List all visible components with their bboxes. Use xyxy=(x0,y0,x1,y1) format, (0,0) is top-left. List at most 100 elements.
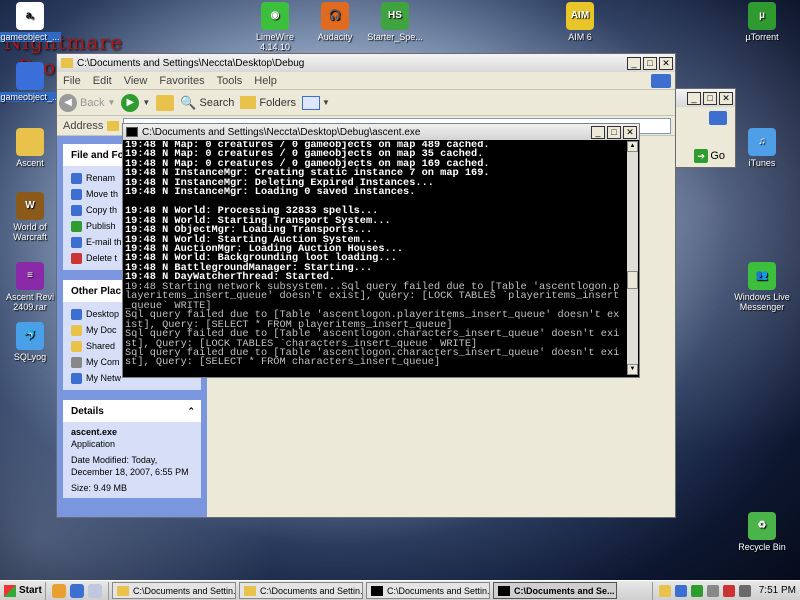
place-icon xyxy=(71,324,82,336)
console-line: st], Query: [SELECT * FROM characters_in… xyxy=(125,356,441,369)
explorer-titlebar[interactable]: C:\Documents and Settings\Neccta\Desktop… xyxy=(57,54,675,72)
app-icon xyxy=(16,128,44,156)
panel-title: Details xyxy=(71,405,104,417)
taskbar-button[interactable]: C:\Documents and Settin... xyxy=(366,582,490,599)
windows-logo-icon xyxy=(4,584,16,597)
desktop-icon[interactable]: a, gameobject_... xyxy=(0,2,65,42)
chevron-down-icon: ▼ xyxy=(142,98,151,107)
views-button[interactable]: ▼ xyxy=(302,95,330,110)
folder-icon xyxy=(61,58,73,68)
tray-icon[interactable] xyxy=(738,584,751,597)
start-button[interactable]: Start xyxy=(0,581,46,600)
desktop-icon-label: µTorrent xyxy=(745,32,779,42)
desktop-icon-label: Starter_Spe... xyxy=(367,32,423,42)
task-icon xyxy=(71,220,82,232)
minimize-button[interactable]: _ xyxy=(687,91,701,105)
tray-icon[interactable] xyxy=(722,584,735,597)
search-button[interactable]: 🔍 Search xyxy=(180,95,234,111)
firefox-icon[interactable] xyxy=(52,583,66,598)
up-folder-button[interactable] xyxy=(156,94,175,111)
app-icon: AIM xyxy=(566,2,594,30)
desktop-icon-label: Windows Live Messenger xyxy=(734,292,790,312)
show-desktop-icon[interactable] xyxy=(88,583,102,598)
maximize-button[interactable]: □ xyxy=(607,125,621,139)
menu-tools[interactable]: Tools xyxy=(211,75,249,87)
desktop-icon-label: Ascent xyxy=(16,158,44,168)
desktop-icon[interactable]: ♻ Recycle Bin xyxy=(727,512,797,552)
console-scrollbar[interactable]: ▲ ▼ xyxy=(627,141,638,375)
app-icon: ♫ xyxy=(748,128,776,156)
menu-file[interactable]: File xyxy=(57,75,87,87)
close-button[interactable]: ✕ xyxy=(659,56,673,70)
desktop-icon[interactable]: ♫ iTunes xyxy=(727,128,797,168)
back-button[interactable]: ◀ Back ▼ xyxy=(59,93,115,112)
desktop-icon-label: SQLyog xyxy=(13,352,47,362)
task-label: Publish xyxy=(86,221,116,231)
folder-icon xyxy=(117,585,129,596)
tray-icon[interactable] xyxy=(658,584,671,597)
search-icon: 🔍 xyxy=(180,94,197,110)
taskbar-buttons: C:\Documents and Settin... C:\Documents a… xyxy=(109,582,617,599)
console-icon xyxy=(126,127,138,137)
desktop-icon[interactable]: HS Starter_Spe... xyxy=(360,2,430,42)
task-icon xyxy=(71,236,82,248)
minimize-button[interactable]: _ xyxy=(627,56,641,70)
views-icon xyxy=(302,95,321,110)
scroll-thumb[interactable] xyxy=(627,271,638,289)
taskbar-button[interactable]: C:\Documents and Settin... xyxy=(112,582,236,599)
collapse-icon[interactable]: ⌃ xyxy=(187,406,195,417)
taskbar-button[interactable]: C:\Documents and Settin... xyxy=(239,582,363,599)
desktop-icon[interactable]: µ µTorrent xyxy=(727,2,797,42)
task-icon xyxy=(71,252,82,264)
tray-icon[interactable] xyxy=(674,584,687,597)
maximize-button[interactable]: □ xyxy=(703,91,717,105)
app-icon xyxy=(16,62,44,90)
minimize-button[interactable]: _ xyxy=(591,125,605,139)
scroll-up-icon[interactable]: ▲ xyxy=(627,141,638,152)
system-tray: 7:51 PM xyxy=(651,581,800,600)
place-icon xyxy=(71,308,82,320)
details-modified: Date Modified: Today, December 18, 2007,… xyxy=(71,455,189,477)
go-button[interactable]: ➔ Go xyxy=(694,149,725,163)
app-icon: 🎧 xyxy=(321,2,349,30)
taskbar-button[interactable]: C:\Documents and Se... xyxy=(493,582,617,599)
internet-explorer-icon[interactable] xyxy=(70,583,84,598)
close-button[interactable]: ✕ xyxy=(623,125,637,139)
place-label: My Com xyxy=(86,357,120,367)
folders-icon xyxy=(240,96,257,109)
menu-edit[interactable]: Edit xyxy=(87,75,118,87)
desktop-icon-label: iTunes xyxy=(748,158,776,168)
console-icon xyxy=(498,585,510,596)
tray-icon[interactable] xyxy=(690,584,703,597)
forward-button[interactable]: ▶ ▼ xyxy=(121,93,151,112)
menu-bar: File Edit View Favorites Tools Help xyxy=(57,72,675,90)
app-icon: 🐬 xyxy=(16,322,44,350)
close-button[interactable]: ✕ xyxy=(719,91,733,105)
console-titlebar[interactable]: C:\Documents and Settings\Neccta\Desktop… xyxy=(123,124,639,140)
forward-arrow-icon: ▶ xyxy=(121,93,140,112)
desktop-icon-label: AIM 6 xyxy=(568,32,592,42)
menu-help[interactable]: Help xyxy=(248,75,283,87)
volume-icon[interactable] xyxy=(706,584,719,597)
task-label: E-mail th xyxy=(86,237,122,247)
menu-favorites[interactable]: Favorites xyxy=(153,75,210,87)
console-title: C:\Documents and Settings\Neccta\Desktop… xyxy=(142,126,421,138)
folders-button[interactable]: Folders xyxy=(240,96,296,109)
window-title: C:\Documents and Settings\Neccta\Desktop… xyxy=(77,57,305,69)
place-label: My Doc xyxy=(86,325,117,335)
taskbar-button-label: C:\Documents and Se... xyxy=(514,585,615,596)
console-window[interactable]: C:\Documents and Settings\Neccta\Desktop… xyxy=(122,123,640,378)
console-line: 19:48 N InstanceMgr: Loading 0 saved ins… xyxy=(125,186,416,199)
desktop-icon[interactable]: 👥 Windows Live Messenger xyxy=(727,262,797,312)
menu-view[interactable]: View xyxy=(118,75,154,87)
task-label: Copy th xyxy=(86,205,118,215)
desktop-icon-label: Recycle Bin xyxy=(738,542,786,552)
scroll-down-icon[interactable]: ▼ xyxy=(627,364,638,375)
console-icon xyxy=(371,585,383,596)
maximize-button[interactable]: □ xyxy=(643,56,657,70)
folder-icon xyxy=(244,585,256,596)
taskbar-button-label: C:\Documents and Settin... xyxy=(260,585,363,596)
chevron-down-icon: ▼ xyxy=(322,98,330,107)
desktop-icon[interactable]: AIM AIM 6 xyxy=(545,2,615,42)
app-icon: 👥 xyxy=(748,262,776,290)
